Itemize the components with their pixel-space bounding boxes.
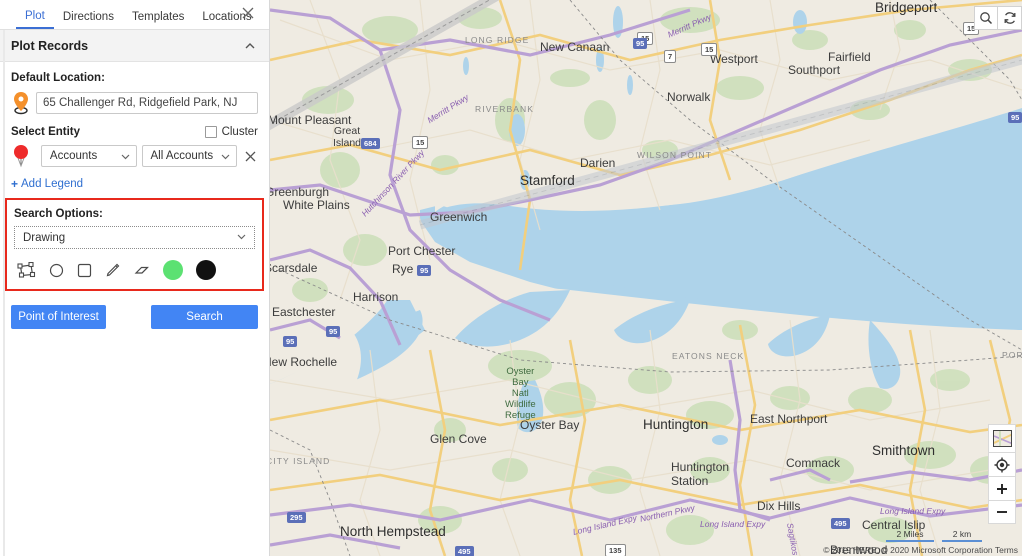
add-legend-label: Add Legend [21,178,84,190]
map-route-shield: 15 [701,43,718,56]
map-route-shield: 495 [455,546,474,556]
default-location-row [11,91,258,115]
search-icon[interactable] [974,6,998,30]
zoom-in-button[interactable] [988,476,1016,500]
select-entity-header: Select Entity Cluster [11,126,258,138]
view-select[interactable]: All Accounts [141,145,238,167]
search-options-highlight: Search Options: Drawing [5,198,264,291]
circle-icon[interactable] [49,263,64,278]
plot-form: Default Location: Select Entity Cluster [0,62,269,191]
map-top-controls [974,6,1022,30]
shape-select-icon[interactable] [17,261,36,279]
plot-records-header[interactable]: Plot Records [0,30,269,62]
search-button[interactable]: Search [151,305,258,329]
tab-plot[interactable]: Plot [16,10,54,29]
drawing-tools [14,260,255,280]
remove-legend-button[interactable] [242,149,258,164]
map-route-shield: 15 [412,136,429,149]
panel-scroll-rail[interactable] [3,0,5,556]
entity-select[interactable]: Accounts [40,145,137,167]
map-route-shield: 95 [633,38,648,49]
map-route-shield: 295 [287,512,306,523]
view-select-value: All Accounts [150,150,214,162]
chevron-down-icon [234,229,249,247]
scale-bar: 2 Miles 2 km [886,529,982,542]
zoom-out-button[interactable] [988,500,1016,524]
search-options-select[interactable]: Drawing [14,226,255,249]
map-layers-icon[interactable] [988,424,1016,452]
scale-miles: 2 Miles [886,529,934,542]
orange-pin-icon [11,91,31,115]
scale-km-label: 2 km [952,529,972,539]
chevron-up-icon[interactable] [243,39,257,53]
action-buttons: Point of Interest Search [11,305,258,329]
cluster-label: Cluster [221,126,258,138]
eraser-icon[interactable] [134,262,150,278]
close-icon[interactable] [239,4,257,22]
basemap-graphic [270,0,1022,556]
red-pin-icon [11,144,31,168]
map-route-shield: 684 [361,138,380,149]
panel-tabs: Plot Directions Templates Locations [0,0,269,30]
search-options-value: Drawing [23,231,66,244]
map-attribution: © 2019 HERE, © 2020 Microsoft Corporatio… [823,545,1018,555]
map-route-shield: 135 [605,544,626,556]
plus-icon: + [11,177,19,191]
chevron-down-icon [119,150,132,163]
default-location-input[interactable] [36,92,258,114]
select-entity-label: Select Entity [11,126,81,138]
page-title: Plot Records [11,38,89,53]
map-canvas[interactable]: New Canaan Westport Fairfield Bridgeport Sou… [270,0,1022,556]
point-of-interest-button[interactable]: Point of Interest [11,305,106,329]
scale-miles-label: 2 Miles [896,529,924,539]
map-route-shield: 95 [326,326,341,337]
default-location-label: Default Location: [11,72,105,84]
map-route-shield: 95 [1008,112,1022,123]
locate-me-icon[interactable] [988,452,1016,476]
tab-templates[interactable]: Templates [123,11,193,30]
pencil-icon[interactable] [105,262,121,278]
fill-color-swatch[interactable] [163,260,183,280]
scale-km: 2 km [942,529,982,542]
tab-directions[interactable]: Directions [54,11,123,30]
map-controls [988,424,1016,524]
chevron-down-icon [219,150,232,163]
map-route-shield: 7 [664,50,677,63]
map-thumbnail [992,430,1012,447]
map-application: Plot Directions Templates Locations Plot… [0,0,1022,556]
plot-panel: Plot Directions Templates Locations Plot… [0,0,270,556]
map-route-shield: 95 [417,265,432,276]
search-options-label: Search Options: [14,208,103,220]
entity-select-value: Accounts [49,150,98,162]
stroke-color-swatch[interactable] [196,260,216,280]
cluster-toggle[interactable]: Cluster [204,126,258,138]
entity-row: Accounts All Accounts [11,144,258,168]
cluster-checkbox[interactable] [204,126,217,138]
refresh-icon[interactable] [998,6,1022,30]
map-route-shield: 95 [283,336,298,347]
map-route-shield: 495 [831,518,850,529]
add-legend-button[interactable]: + Add Legend [11,177,258,191]
square-icon[interactable] [77,263,92,278]
